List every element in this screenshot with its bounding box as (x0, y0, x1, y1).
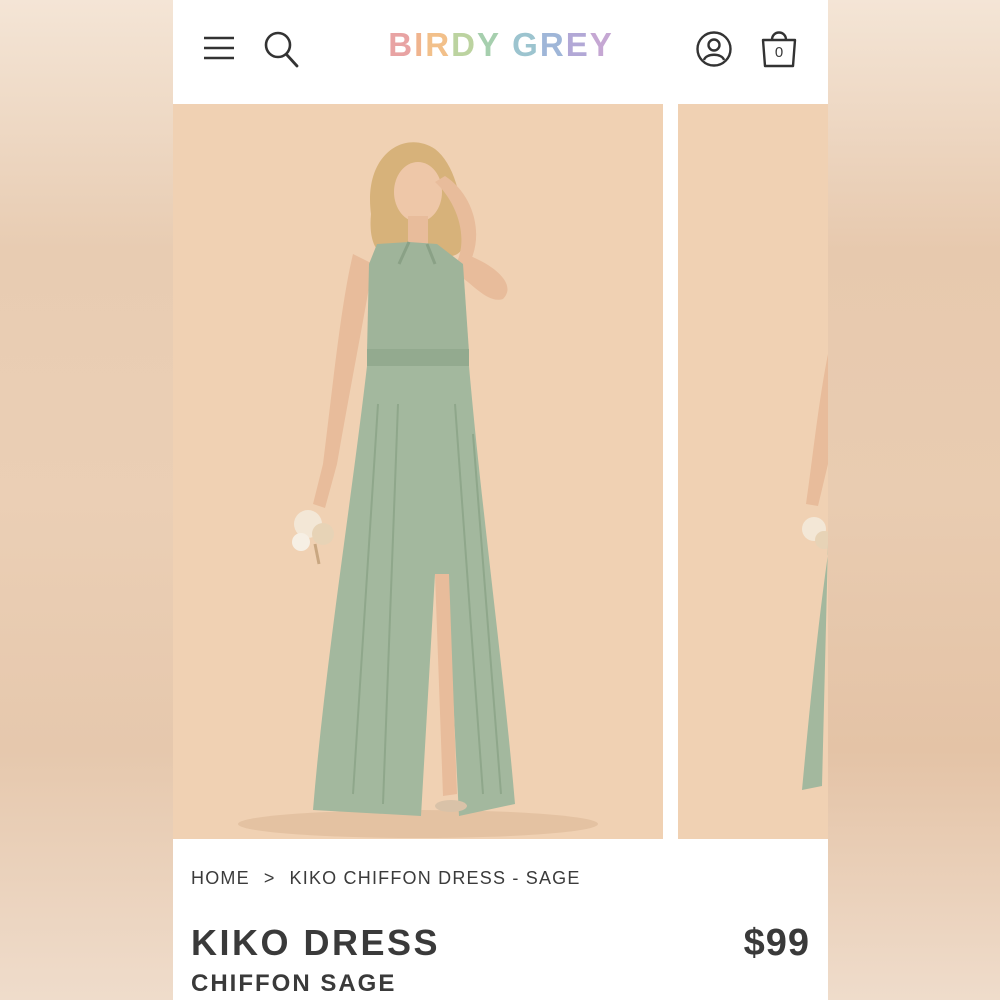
logo-letter (501, 26, 512, 64)
hamburger-menu-icon[interactable] (203, 34, 235, 62)
product-title: KIKO DRESS (191, 922, 441, 963)
cart-count-badge: 0 (774, 44, 784, 61)
brand-logo[interactable]: BIRDY GREY (381, 26, 621, 64)
product-subtitle: CHIFFON SAGE (191, 970, 397, 997)
logo-letter: R (539, 26, 566, 63)
logo-letter: E (565, 26, 590, 63)
product-image-gallery[interactable] (173, 104, 828, 839)
logo-letter: Y (589, 26, 614, 63)
background-blur-right (828, 0, 1000, 1000)
user-account-icon[interactable] (695, 30, 733, 68)
logo-letter: R (425, 26, 452, 63)
product-price: $99 (743, 922, 810, 964)
logo-letter: Y (476, 26, 501, 63)
logo-letter: D (451, 26, 477, 63)
model-photo (173, 104, 663, 839)
logo-letter: I (414, 26, 426, 63)
site-header: BIRDY GREY 0 (173, 0, 828, 104)
logo-letter: B (388, 26, 415, 63)
breadcrumb-separator: > (263, 868, 276, 888)
product-image-secondary[interactable] (678, 104, 828, 839)
logo-letter: G (512, 26, 540, 63)
background-blur-left (0, 0, 173, 1000)
mobile-page: BIRDY GREY 0 HOME > KIKO CHIFFON DRESS -… (173, 0, 828, 1000)
breadcrumb: HOME > KIKO CHIFFON DRESS - SAGE (191, 868, 581, 889)
breadcrumb-current: KIKO CHIFFON DRESS - SAGE (289, 868, 581, 888)
search-icon[interactable] (263, 30, 299, 68)
product-image-main[interactable] (173, 104, 663, 839)
breadcrumb-home-link[interactable]: HOME (191, 868, 250, 888)
model-photo-partial (678, 104, 828, 839)
